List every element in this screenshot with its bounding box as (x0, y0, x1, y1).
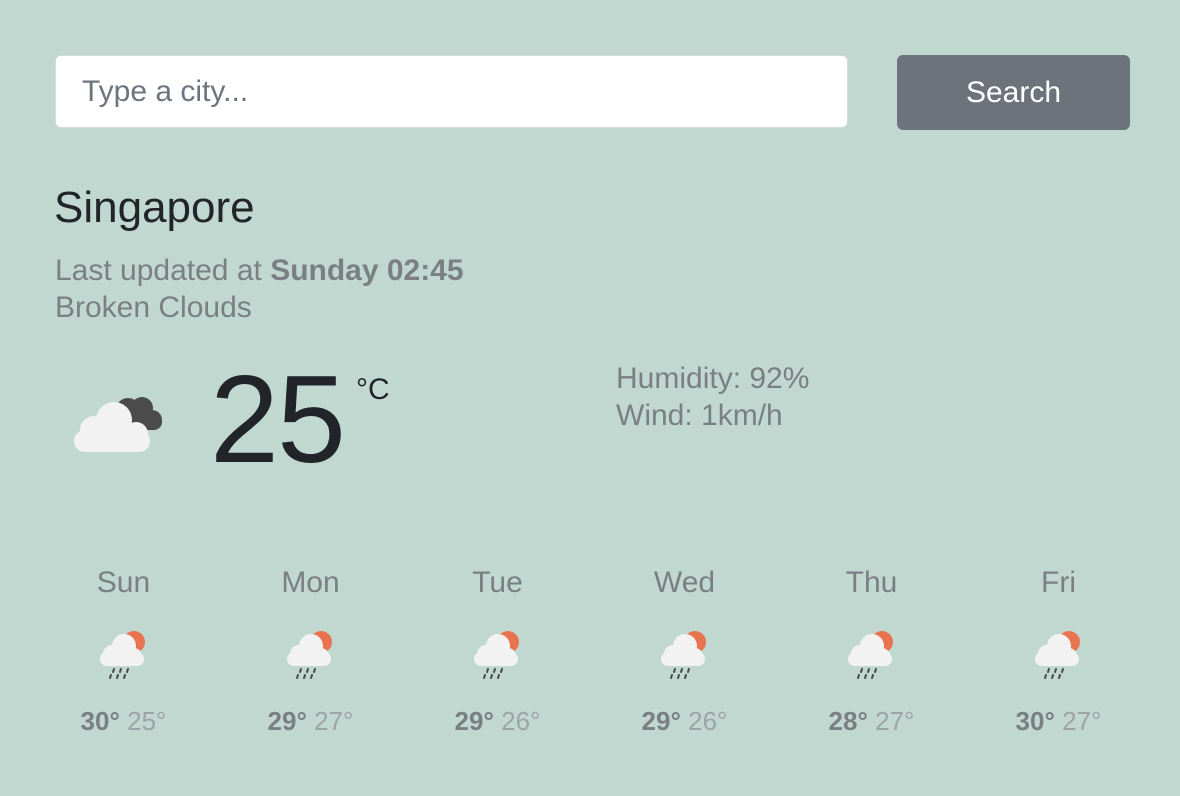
rain-sun-icon (847, 631, 893, 679)
forecast-temps: 29° 26° (591, 704, 778, 738)
forecast-day: Fri 30° 27° (965, 560, 1152, 738)
last-updated-time: Sunday 02:45 (270, 254, 464, 287)
city-name: Singapore (54, 183, 255, 232)
rain-sun-icon (286, 631, 332, 679)
forecast-day-name: Mon (281, 566, 340, 599)
forecast: Sun 30° 25° Mon 29° 27° Tue 29° 26° Wed … (30, 560, 1155, 760)
forecast-min-temp: 26° (688, 706, 728, 736)
rain-sun-icon (660, 631, 706, 679)
humidity-label: Humidity: (616, 362, 742, 395)
forecast-min-temp: 27° (1062, 706, 1102, 736)
last-updated-prefix: Last updated at (55, 254, 262, 287)
forecast-day: Thu 28° 27° (778, 560, 965, 738)
forecast-max-temp: 29° (454, 706, 494, 736)
weather-description: Broken Clouds (55, 291, 252, 324)
forecast-temps: 30° 27° (965, 704, 1152, 738)
last-updated: Last updated at Sunday 02:45 (55, 252, 464, 289)
forecast-max-temp: 30° (80, 706, 120, 736)
forecast-min-temp: 27° (314, 706, 354, 736)
forecast-day: Sun 30° 25° (30, 560, 217, 738)
forecast-max-temp: 29° (641, 706, 681, 736)
temperature-unit[interactable]: °C (356, 372, 390, 408)
humidity-value: 92% (749, 362, 810, 395)
weather-meta: Last updated at Sunday 02:45 Broken Clou… (55, 252, 464, 326)
broken-clouds-icon (74, 397, 162, 452)
weather-details: Humidity: 92% Wind: 1km/h (616, 360, 809, 434)
rain-sun-icon (473, 631, 519, 679)
forecast-temps: 29° 26° (404, 704, 591, 738)
search-form: Search (55, 55, 1130, 130)
weather-app: Search Singapore Last updated at Sunday … (0, 0, 1180, 796)
forecast-day: Tue 29° 26° (404, 560, 591, 738)
search-button[interactable]: Search (897, 55, 1130, 130)
forecast-max-temp: 30° (1015, 706, 1055, 736)
forecast-min-temp: 25° (127, 706, 167, 736)
forecast-temps: 30° 25° (30, 704, 217, 738)
rain-sun-icon (1034, 631, 1080, 679)
forecast-day-name: Wed (653, 566, 716, 599)
rain-sun-icon (99, 631, 145, 679)
humidity: Humidity: 92% (616, 360, 809, 397)
forecast-day: Wed 29° 26° (591, 560, 778, 738)
forecast-day-name: Tue (472, 566, 523, 599)
city-search-input[interactable] (55, 55, 848, 128)
forecast-max-temp: 28° (828, 706, 868, 736)
forecast-min-temp: 26° (501, 706, 541, 736)
forecast-day-name: Sun (96, 566, 151, 599)
forecast-day-name: Thu (845, 566, 898, 599)
forecast-min-temp: 27° (875, 706, 915, 736)
forecast-temps: 28° 27° (778, 704, 965, 738)
wind-value: 1km/h (701, 399, 783, 432)
wind-label: Wind: (616, 399, 693, 432)
forecast-day: Mon 29° 27° (217, 560, 404, 738)
forecast-day-name: Fri (1041, 566, 1076, 599)
current-temperature: 25 (210, 351, 346, 489)
forecast-temps: 29° 27° (217, 704, 404, 738)
forecast-max-temp: 29° (267, 706, 307, 736)
wind: Wind: 1km/h (616, 397, 809, 434)
